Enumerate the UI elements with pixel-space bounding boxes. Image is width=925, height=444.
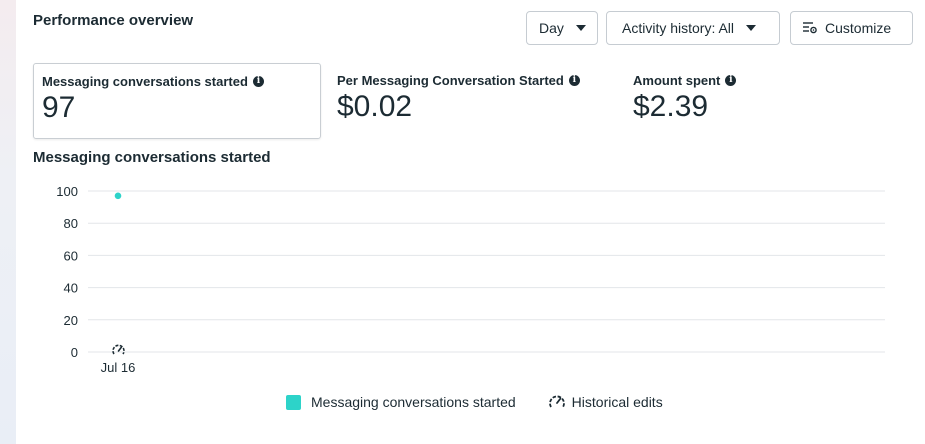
metric-value: 97 [42, 91, 76, 124]
legend-swatch [286, 394, 301, 410]
customize-button[interactable]: Customize [790, 11, 913, 45]
legend-item-historical-edits[interactable]: Historical edits [548, 394, 663, 410]
y-tick-label: 80 [64, 216, 78, 231]
y-tick-label: 100 [56, 184, 78, 199]
chart-legend: Messaging conversations started Historic… [286, 394, 663, 410]
activity-history-label: Activity history: All [622, 20, 735, 36]
legend-label: Historical edits [571, 394, 663, 410]
legend-label: Messaging conversations started [311, 394, 516, 410]
metric-card-cost-per-conversation[interactable]: Per Messaging Conversation Started i $0.… [329, 63, 619, 139]
metric-label: Messaging conversations started [42, 74, 248, 89]
y-tick-label: 60 [64, 248, 78, 263]
metric-card-amount-spent[interactable]: Amount spent i $2.39 [625, 63, 825, 139]
caret-down-icon [746, 25, 757, 31]
day-dropdown-label: Day [539, 20, 564, 36]
page-title: Performance overview [33, 12, 194, 29]
historical-edits-icon [548, 395, 565, 408]
activity-history-dropdown[interactable]: Activity history: All [606, 11, 780, 45]
metric-card-conversations[interactable]: Messaging conversations started i 97 [33, 63, 321, 139]
info-icon[interactable]: i [252, 76, 264, 87]
legend-item-series[interactable]: Messaging conversations started [286, 394, 516, 410]
customize-icon [803, 22, 817, 34]
metric-value: $0.02 [337, 90, 413, 123]
x-tick-label: Jul 16 [101, 360, 136, 375]
day-dropdown[interactable]: Day [526, 11, 598, 45]
info-icon[interactable]: i [725, 75, 737, 86]
metric-label: Per Messaging Conversation Started [337, 73, 564, 88]
y-tick-label: 20 [64, 313, 78, 328]
historical-edits-marker-icon[interactable] [112, 344, 125, 355]
caret-down-icon [575, 25, 586, 31]
metric-label: Amount spent [633, 73, 721, 88]
y-tick-label: 40 [64, 281, 78, 296]
chart-canvas: 0 20 40 60 80 100 Jul 16 [56, 184, 885, 375]
y-tick-label: 0 [71, 345, 78, 360]
info-icon[interactable]: i [568, 75, 580, 86]
chart-title: Messaging conversations started [33, 149, 271, 166]
metric-value: $2.39 [633, 90, 709, 123]
data-point[interactable] [114, 192, 122, 200]
customize-label: Customize [825, 20, 892, 36]
